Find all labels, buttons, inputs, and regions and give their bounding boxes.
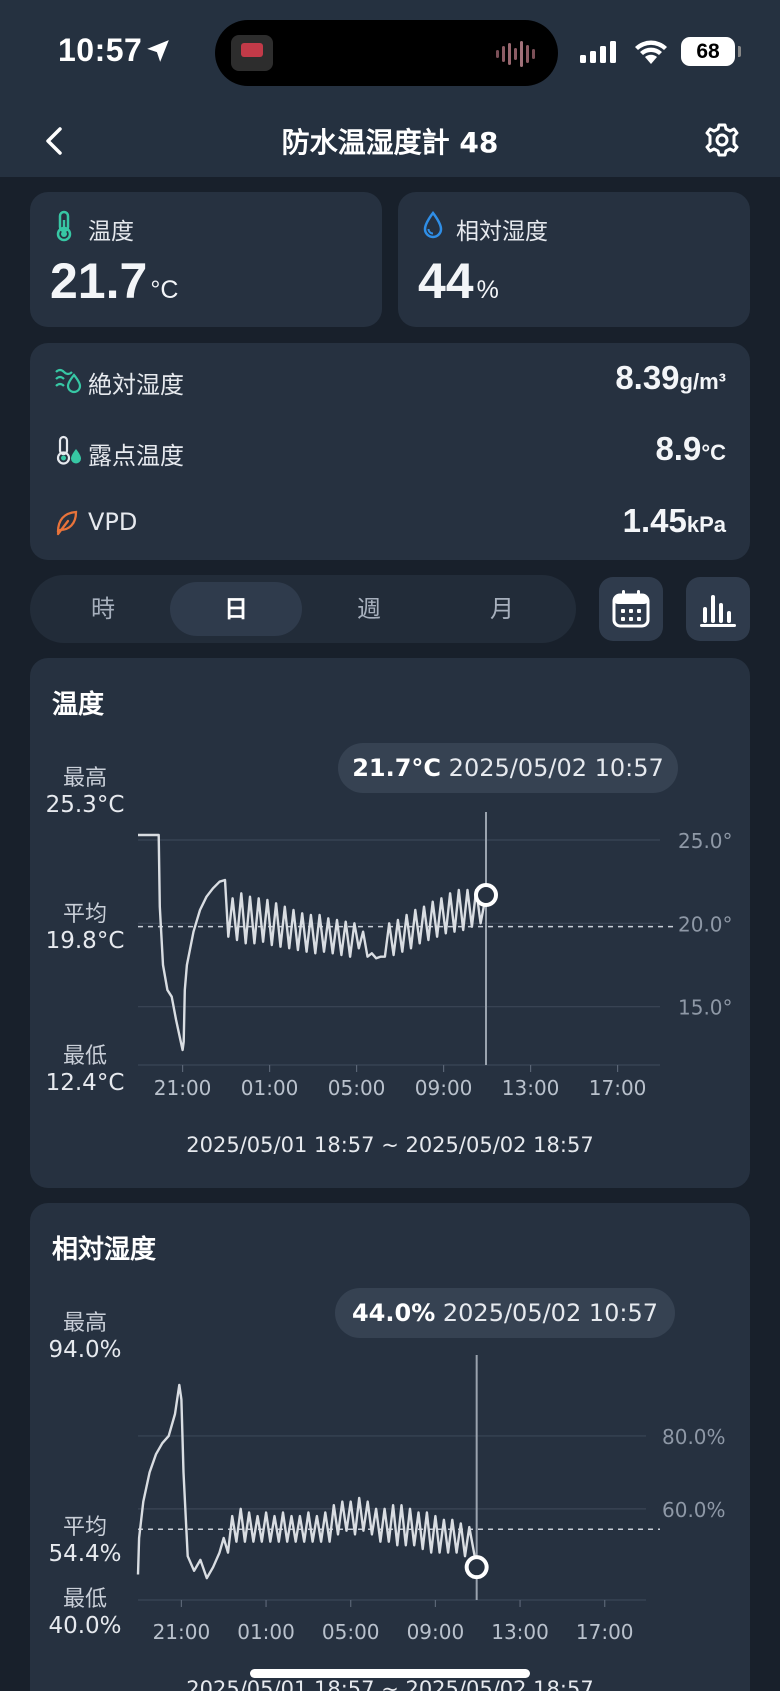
y-tick-label: 20.0° bbox=[678, 912, 733, 936]
tab-week[interactable]: 週 bbox=[303, 582, 435, 636]
x-tick-label: 13:00 bbox=[502, 1076, 560, 1100]
leaf-icon bbox=[56, 510, 78, 536]
temperature-card[interactable]: 温度 21.7 °C bbox=[30, 192, 382, 327]
data-series-line bbox=[138, 833, 488, 1052]
wifi-icon bbox=[635, 40, 667, 64]
absolute-humidity-unit: g/m³ bbox=[679, 369, 726, 394]
dew-point-unit: °C bbox=[701, 440, 726, 465]
y-tick-label: 60.0% bbox=[662, 1498, 726, 1522]
status-bar: 10:57 68 bbox=[0, 0, 780, 105]
bar-chart-icon bbox=[700, 595, 736, 627]
dew-thermometer-icon bbox=[56, 435, 81, 465]
cursor-point bbox=[464, 1555, 489, 1580]
status-time: 10:57 bbox=[58, 32, 143, 68]
vpd-unit: kPa bbox=[686, 512, 726, 537]
x-tick-label: 21:00 bbox=[154, 1076, 212, 1100]
x-tick-label: 13:00 bbox=[491, 1620, 549, 1644]
humidity-label: 相対湿度 bbox=[456, 219, 548, 245]
absolute-humidity-value: 8.39g/m³ bbox=[615, 359, 726, 396]
x-tick-label: 17:00 bbox=[576, 1620, 634, 1644]
temperature-line-chart[interactable]: 25.0° 20.0° 15.0° 21:00 01:00 05:00 09:00 13:00… bbox=[30, 658, 750, 1128]
x-tick-label: 01:00 bbox=[237, 1620, 295, 1644]
date-range: 2025/05/01 18:57 ~ 2025/05/02 18:57 bbox=[186, 1133, 594, 1157]
dew-point-label: 露点温度 bbox=[88, 442, 184, 470]
humidity-unit: % bbox=[476, 276, 499, 304]
dew-point-value: 8.9°C bbox=[655, 430, 726, 467]
humidity-line-chart[interactable]: 80.0% 60.0% 21:00 01:00 05:00 09:00 13:00 17:00 bbox=[30, 1203, 750, 1673]
humidity-card[interactable]: 相対湿度 44% bbox=[398, 192, 750, 327]
calendar-icon bbox=[612, 590, 650, 628]
x-tick-label: 09:00 bbox=[415, 1076, 473, 1100]
x-tick-label: 17:00 bbox=[589, 1076, 647, 1100]
temperature-label: 温度 bbox=[88, 219, 134, 245]
home-indicator[interactable] bbox=[250, 1669, 530, 1678]
now-playing-artwork bbox=[231, 35, 273, 71]
x-tick-label: 05:00 bbox=[322, 1620, 380, 1644]
tab-hour[interactable]: 時 bbox=[37, 582, 169, 636]
humidity-value: 44% bbox=[418, 253, 499, 309]
thermometer-icon bbox=[56, 210, 72, 242]
date-range: 2025/05/01 18:57 ~ 2025/05/02 18:57 bbox=[186, 1677, 594, 1691]
water-waves-icon bbox=[55, 368, 82, 394]
temperature-unit: °C bbox=[150, 276, 179, 304]
temperature-chart-card: 温度 最高 25.3°C 平均 19.8°C 最低 12.4°C 21.7°C … bbox=[30, 658, 750, 1188]
settings-gear-icon[interactable] bbox=[700, 118, 744, 162]
tab-month[interactable]: 月 bbox=[436, 582, 568, 636]
vpd-value: 1.45kPa bbox=[622, 502, 726, 539]
page-title: 防水温湿度計 48 bbox=[281, 126, 499, 159]
period-segmented-control: 時 日 週 月 bbox=[30, 575, 576, 643]
y-tick-label: 80.0% bbox=[662, 1425, 726, 1449]
calendar-button[interactable] bbox=[599, 577, 663, 641]
temperature-value: 21.7 °C bbox=[50, 253, 179, 309]
battery-indicator: 68 bbox=[681, 37, 741, 66]
y-tick-label: 15.0° bbox=[678, 996, 733, 1020]
data-series-line bbox=[136, 1383, 478, 1580]
audio-waveform-icon bbox=[496, 41, 535, 67]
x-tick-label: 21:00 bbox=[153, 1620, 211, 1644]
humidity-chart-card: 相対湿度 最高 94.0% 平均 54.4% 最低 40.0% 44.0% 20… bbox=[30, 1203, 750, 1691]
y-tick-label: 25.0° bbox=[678, 829, 733, 853]
cellular-signal-icon bbox=[580, 41, 616, 63]
statistics-button[interactable] bbox=[686, 577, 750, 641]
metrics-card: 絶対湿度 8.39g/m³ 露点温度 8.9°C VPD 1.45kPa bbox=[30, 343, 750, 560]
location-arrow-icon bbox=[147, 40, 169, 62]
cursor-point bbox=[474, 883, 498, 907]
x-tick-label: 05:00 bbox=[328, 1076, 386, 1100]
x-tick-label: 09:00 bbox=[407, 1620, 465, 1644]
dynamic-island[interactable] bbox=[215, 20, 558, 86]
x-tick-label: 01:00 bbox=[241, 1076, 299, 1100]
absolute-humidity-label: 絶対湿度 bbox=[88, 371, 184, 399]
nav-header: 防水温湿度計 48 bbox=[0, 105, 780, 177]
vpd-label: VPD bbox=[88, 508, 138, 536]
water-drop-icon bbox=[423, 210, 443, 239]
tab-day[interactable]: 日 bbox=[170, 582, 302, 636]
